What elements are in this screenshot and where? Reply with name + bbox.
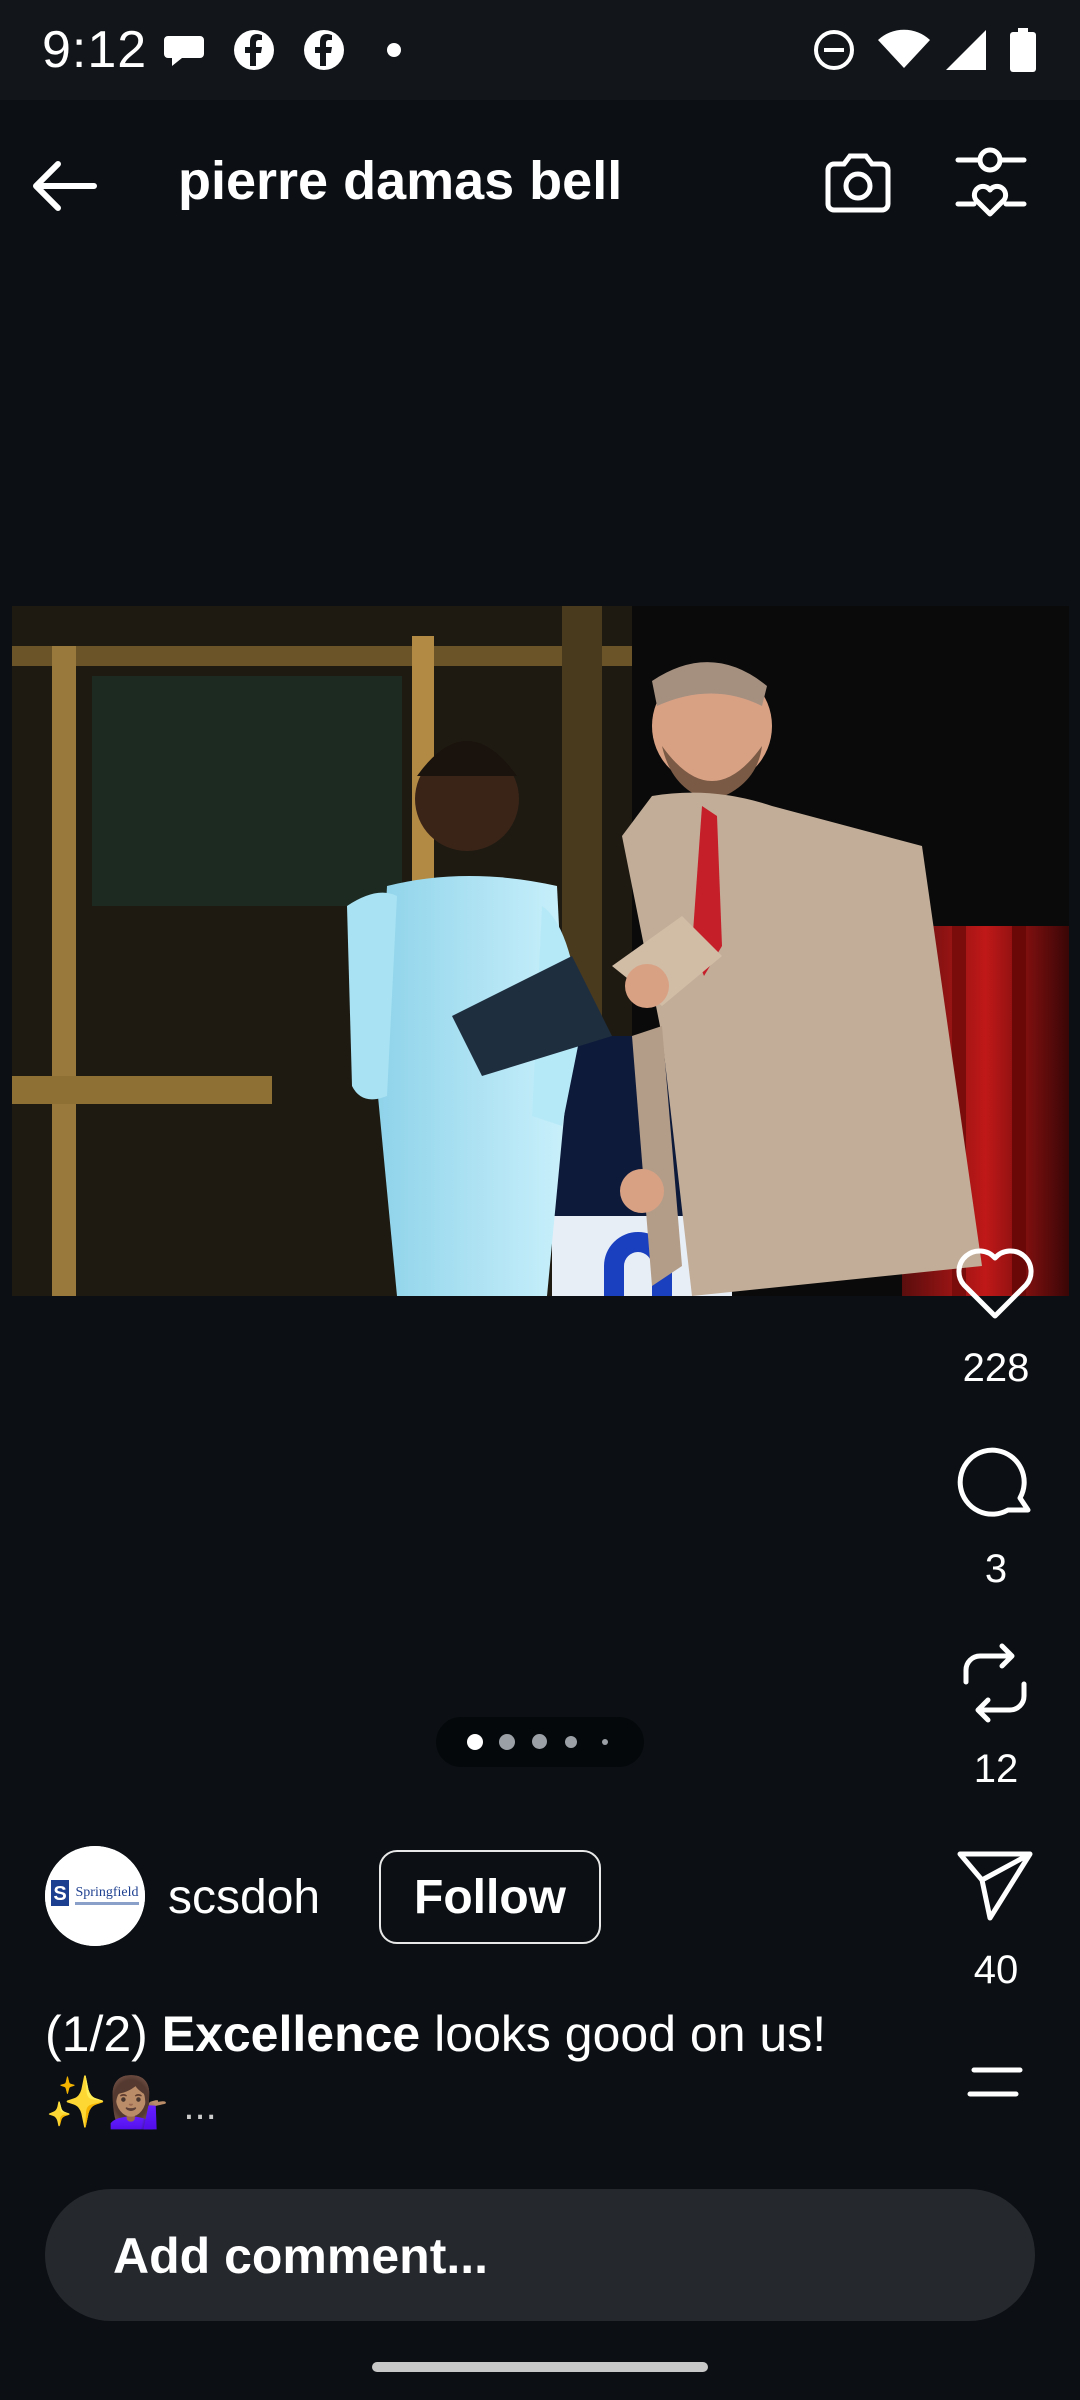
facebook-icon [234,30,274,70]
comment-input[interactable]: Add comment... [45,2189,1035,2321]
caption-more[interactable]: ... [183,2084,216,2128]
status-bar: 9:12 [0,0,1080,100]
camera-icon [825,153,891,213]
home-indicator[interactable] [372,2362,708,2372]
status-time: 9:12 [42,21,148,79]
svg-text:S: S [53,1883,66,1905]
wifi-icon [878,29,930,68]
heart-icon [956,1248,1034,1319]
chat-bubble-icon [164,36,204,66]
battery-icon [1010,28,1036,72]
facebook-icon [304,30,344,70]
camera-button[interactable] [820,146,896,218]
caption-emoji: ✨💁🏽‍♀️ [45,2074,170,2130]
carousel-dot [565,1736,577,1748]
caption-prefix: (1/2) [45,2006,148,2062]
post-caption[interactable]: (1/2) Excellence looks good on us! ✨💁🏽‍♀… [45,2000,925,2140]
back-button[interactable] [26,156,106,216]
post-image [12,606,1069,1296]
like-button[interactable] [950,1238,1040,1328]
do-not-disturb-icon [814,30,854,70]
like-count: 228 [962,1346,1030,1390]
comment-bubble-icon [957,1447,1031,1517]
comment-button[interactable] [950,1438,1040,1528]
arrow-left-icon [33,161,97,211]
page-title: pierre damas bell [178,151,623,211]
share-button[interactable] [950,1838,1040,1928]
repost-button[interactable] [950,1638,1040,1728]
repost-icon [963,1643,1027,1723]
top-bar: pierre damas bell [0,100,1080,270]
springfield-logo: S Springfield [45,1846,145,1946]
avatar[interactable]: S Springfield [45,1846,145,1946]
post-photo[interactable] [12,606,1069,1296]
svg-text:Springfield: Springfield [76,1885,139,1900]
caption-text: looks good on us! [434,2006,827,2062]
caption-expand-button[interactable] [966,2062,1026,2102]
sliders-heart-icon [955,147,1027,217]
dot-icon [387,43,401,57]
lines-icon [967,2067,1023,2097]
carousel-dot [602,1739,608,1745]
carousel-dot-active [467,1734,483,1750]
carousel-dot [532,1734,547,1749]
author-username[interactable]: scsdoh [168,1870,320,1925]
carousel-dot [499,1734,515,1750]
share-count: 40 [973,1948,1019,1992]
caption-bold: Excellence [161,2006,421,2062]
comment-placeholder: Add comment... [113,2228,489,2284]
comment-count: 3 [984,1547,1008,1591]
filter-button[interactable] [952,146,1030,218]
follow-button[interactable]: Follow [379,1850,601,1944]
send-icon [957,1851,1033,1921]
signal-icon [946,30,986,70]
repost-count: 12 [973,1747,1019,1791]
carousel-indicator [436,1717,644,1767]
